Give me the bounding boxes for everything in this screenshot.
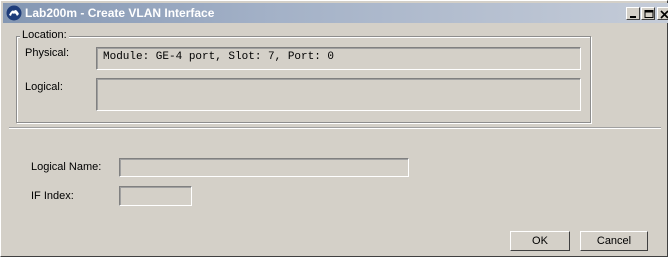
- app-logo-icon: [6, 5, 22, 21]
- title-bar[interactable]: Lab200m - Create VLAN Interface: [3, 3, 668, 23]
- if-index-input[interactable]: [119, 186, 192, 206]
- cancel-button[interactable]: Cancel: [580, 231, 648, 251]
- location-legend: Location:: [20, 29, 69, 41]
- close-button[interactable]: [657, 7, 668, 20]
- physical-value: Module: GE-4 port, Slot: 7, Port: 0: [103, 51, 335, 63]
- maximize-icon: [644, 10, 654, 18]
- dialog-window: Lab200m - Create VLAN Interface Location…: [0, 0, 668, 257]
- logical-name-label: Logical Name:: [31, 161, 102, 173]
- window-title: Lab200m - Create VLAN Interface: [25, 6, 215, 20]
- close-icon: [660, 10, 668, 19]
- logical-field: [96, 78, 581, 111]
- physical-field: Module: GE-4 port, Slot: 7, Port: 0: [96, 47, 581, 70]
- minimize-button[interactable]: [626, 7, 640, 20]
- logical-name-input[interactable]: [119, 158, 409, 177]
- maximize-button[interactable]: [641, 7, 655, 20]
- if-index-label: IF Index:: [31, 190, 74, 202]
- logical-label: Logical:: [25, 81, 63, 93]
- minimize-icon: [630, 16, 636, 18]
- ok-button[interactable]: OK: [510, 231, 570, 251]
- physical-label: Physical:: [25, 47, 70, 59]
- separator: [9, 127, 661, 129]
